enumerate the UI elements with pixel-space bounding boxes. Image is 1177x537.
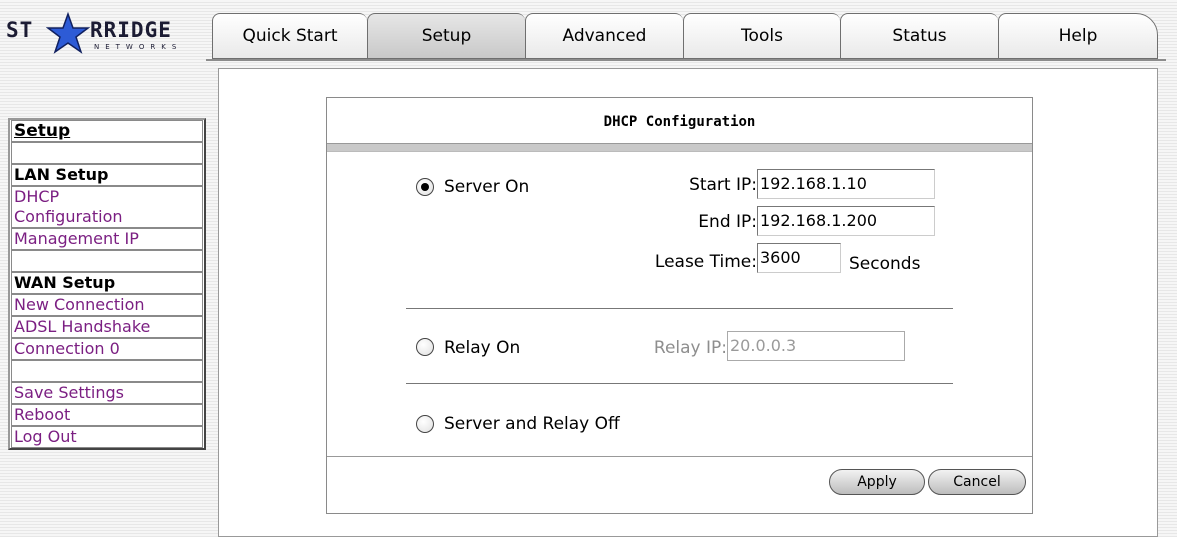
sidebar-item-connection-0[interactable]: Connection 0 bbox=[11, 338, 203, 360]
server-on-radio[interactable] bbox=[416, 178, 434, 196]
sidebar-spacer bbox=[11, 250, 203, 272]
cancel-button[interactable]: Cancel bbox=[928, 469, 1026, 495]
sidebar-item-label: Configuration bbox=[14, 207, 123, 226]
relay-ip-label: Relay IP: bbox=[653, 338, 727, 358]
sidebar-item-log-out[interactable]: Log Out bbox=[11, 426, 203, 448]
divider bbox=[406, 383, 953, 384]
lease-time-input[interactable]: 3600 bbox=[757, 243, 841, 273]
start-ip-label: Start IP: bbox=[689, 175, 757, 195]
logo-subtext: NETWORKS bbox=[94, 43, 183, 51]
relay-on-radio[interactable] bbox=[416, 338, 434, 356]
tab-underline bbox=[206, 59, 1166, 61]
logo-text-right: RRIDGE bbox=[90, 18, 172, 42]
sidebar-item-adsl-handshake[interactable]: ADSL Handshake bbox=[11, 316, 203, 338]
sidebar-item-reboot[interactable]: Reboot bbox=[11, 404, 203, 426]
sidebar-heading-wan: WAN Setup bbox=[11, 272, 203, 294]
end-ip-input[interactable]: 192.168.1.200 bbox=[757, 206, 935, 236]
button-bar-separator bbox=[327, 456, 1032, 457]
title-separator bbox=[327, 143, 1032, 152]
divider bbox=[406, 308, 953, 309]
sidebar-item-save-settings[interactable]: Save Settings bbox=[11, 382, 203, 404]
sidebar-item-management-ip[interactable]: Management IP bbox=[11, 228, 203, 250]
dialog-title: DHCP Configuration bbox=[603, 114, 756, 130]
sidebar-spacer bbox=[11, 142, 203, 164]
relay-ip-input[interactable]: 20.0.0.3 bbox=[727, 331, 905, 361]
sidebar-spacer bbox=[11, 360, 203, 382]
start-ip-input[interactable]: 192.168.1.10 bbox=[757, 169, 935, 199]
sidebar-item-label: DHCP bbox=[14, 187, 60, 206]
tab-help[interactable]: Help bbox=[998, 13, 1158, 59]
sidebar-item-new-connection[interactable]: New Connection bbox=[11, 294, 203, 316]
relay-on-label: Relay On bbox=[444, 338, 521, 358]
apply-button[interactable]: Apply bbox=[829, 469, 925, 495]
starbridge-logo: ST RRIDGE NETWORKS bbox=[6, 12, 206, 60]
server-relay-off-label: Server and Relay Off bbox=[444, 414, 620, 434]
sidebar-title: Setup bbox=[11, 120, 203, 142]
star-icon bbox=[46, 12, 90, 54]
server-relay-off-radio[interactable] bbox=[416, 415, 434, 433]
dhcp-config-dialog: DHCP Configuration Server On Start IP: 1… bbox=[326, 97, 1033, 514]
radio-selected-dot bbox=[421, 183, 429, 191]
end-ip-label: End IP: bbox=[698, 212, 757, 232]
sidebar-heading-lan: LAN Setup bbox=[11, 164, 203, 186]
sidebar-item-dhcp-configuration[interactable]: DHCP Configuration bbox=[11, 186, 203, 228]
tab-quick-start[interactable]: Quick Start bbox=[212, 13, 367, 59]
tab-advanced[interactable]: Advanced bbox=[525, 13, 683, 59]
tab-tools[interactable]: Tools bbox=[683, 13, 840, 59]
lease-unit-label: Seconds bbox=[849, 254, 921, 274]
tab-status[interactable]: Status bbox=[840, 13, 998, 59]
sidebar-menu: Setup LAN Setup DHCP Configuration Manag… bbox=[8, 118, 206, 450]
logo-text-left: ST bbox=[6, 18, 34, 42]
lease-time-label: Lease Time: bbox=[654, 252, 757, 272]
main-nav-tabs: Quick Start Setup Advanced Tools Status … bbox=[212, 13, 1158, 59]
tab-setup[interactable]: Setup bbox=[367, 13, 525, 59]
server-on-label: Server On bbox=[444, 177, 530, 197]
